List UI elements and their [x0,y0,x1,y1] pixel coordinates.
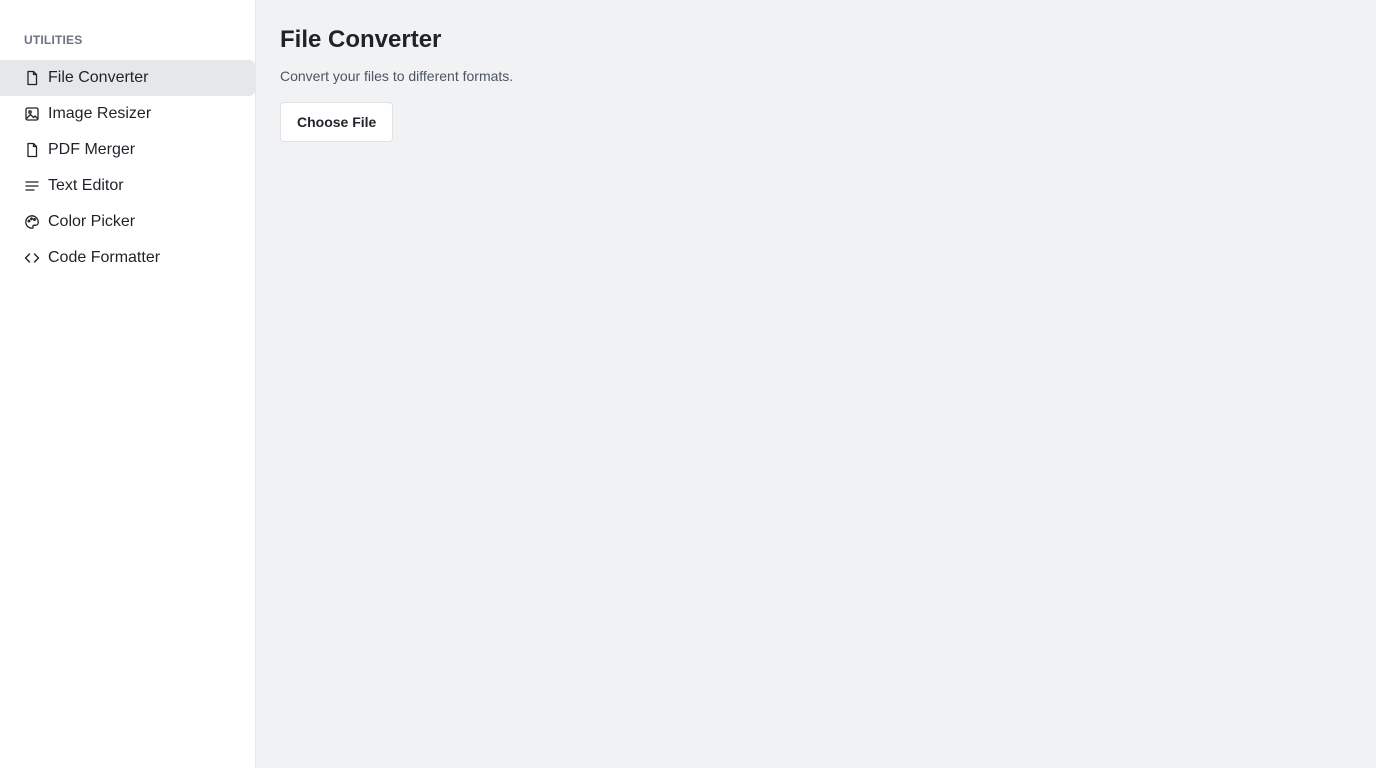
sidebar-item-image-resizer[interactable]: Image Resizer [0,96,255,132]
sidebar-item-label: Text Editor [48,177,124,194]
sidebar-item-label: PDF Merger [48,141,136,158]
sidebar-item-file-converter[interactable]: File Converter [0,60,255,96]
page-title: File Converter [280,26,442,53]
sidebar-item-label: Image Resizer [48,105,152,122]
app-window: UTILITIES File Converter Image Resizer P… [0,0,1376,768]
image-icon [24,106,40,122]
text-lines-icon [24,178,40,194]
file-icon [24,70,40,86]
sidebar-item-text-editor[interactable]: Text Editor [0,168,255,204]
sidebar: UTILITIES File Converter Image Resizer P… [0,0,256,768]
code-icon [24,250,40,266]
palette-icon [24,214,40,230]
sidebar-item-code-formatter[interactable]: Code Formatter [0,240,255,276]
sidebar-item-label: Code Formatter [48,249,161,266]
sidebar-item-label: File Converter [48,69,149,86]
sidebar-item-pdf-merger[interactable]: PDF Merger [0,132,255,168]
file-icon [24,142,40,158]
choose-file-button[interactable]: Choose File [280,102,394,142]
sidebar-nav: File Converter Image Resizer PDF Merger … [0,60,255,276]
sidebar-heading: UTILITIES [24,33,83,47]
main-content: File Converter Convert your files to dif… [256,0,1376,768]
sidebar-item-color-picker[interactable]: Color Picker [0,204,255,240]
page-subtitle: Convert your files to different formats. [280,68,514,84]
sidebar-item-label: Color Picker [48,213,136,230]
